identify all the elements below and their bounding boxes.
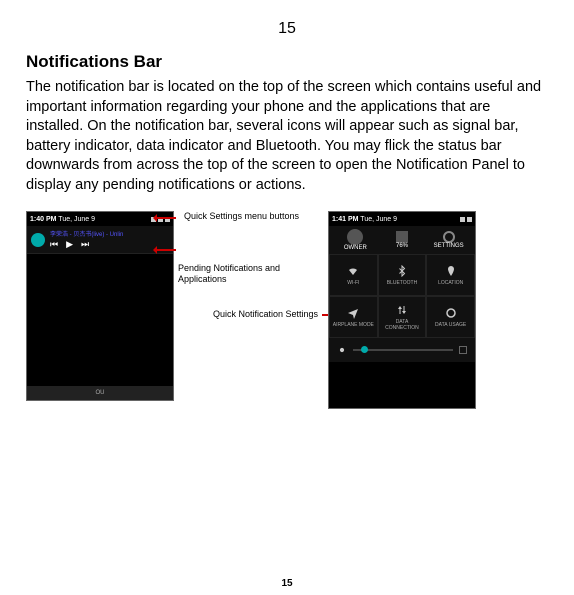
rewind-icon[interactable]: ⏮ [50,239,58,250]
music-album-icon [31,233,45,247]
notification-title: 李荣浩 - 贝杰书(live) - Unlin [50,229,169,238]
qs-header: OWNER 76% SETTINGS [329,226,475,254]
auto-brightness-checkbox[interactable] [459,346,467,354]
arrow-pending [154,249,176,251]
brightness-slider[interactable] [353,349,453,351]
qs-grid-row1: WI-FI BLUETOOTH LOCATION [329,254,475,296]
label-pending-notifications: Pending Notifications and Applications [178,263,308,284]
figure-row: 1:40 PM Tue, June 9 李荣浩 - 贝杰书(live) - Un… [26,211,548,409]
qs-grid-row2: AIRPLANE MODE DATA CONNECTION DATA USAGE [329,296,475,338]
body-paragraph: The notification bar is located on the t… [26,78,548,195]
wifi-icon [347,265,359,277]
tile-airplane[interactable]: AIRPLANE MODE [329,296,378,338]
brightness-icon [337,345,347,355]
phone-quick-settings: 1:41 PM Tue, June 9 OWNER 76% SETTINGS W… [328,211,476,409]
page-number-top: 15 [26,20,548,38]
phone-notification-panel: 1:40 PM Tue, June 9 李荣浩 - 贝杰书(live) - Un… [26,211,174,401]
status-date-right: Tue, June 9 [360,216,397,223]
data-connection-icon [396,304,408,316]
tile-data-connection[interactable]: DATA CONNECTION [378,296,427,338]
page-number-bottom: 15 [0,578,574,589]
tile-data-usage[interactable]: DATA USAGE [426,296,475,338]
bluetooth-icon [396,265,408,277]
footer-bar: OU [27,386,173,400]
qs-owner[interactable]: OWNER [344,245,367,251]
play-icon[interactable]: ▶ [66,239,73,250]
signal-icon [460,217,465,222]
callout-labels: Quick Settings menu buttons Pending Noti… [178,211,318,409]
arrow-qs-buttons [154,217,176,219]
status-date-left: Tue, June 9 [58,216,95,223]
location-icon [445,265,457,277]
data-usage-icon [445,307,457,319]
forward-icon[interactable]: ⏭ [81,239,89,250]
label-quick-settings-buttons: Quick Settings menu buttons [184,211,304,221]
battery-icon [467,217,472,222]
status-time-left: 1:40 PM [30,216,56,223]
label-quick-notification-settings: Quick Notification Settings [208,309,318,319]
battery-tile-icon [396,231,408,243]
tile-location[interactable]: LOCATION [426,254,475,296]
qs-settings[interactable]: SETTINGS [434,243,464,249]
status-bar-right: 1:41 PM Tue, June 9 [329,212,475,226]
avatar-icon [347,229,363,245]
gear-icon [443,231,455,243]
heading-notifications-bar: Notifications Bar [26,52,548,72]
status-time-right: 1:41 PM [332,216,358,223]
qs-battery[interactable]: 76% [396,243,408,249]
airplane-icon [347,307,359,319]
tile-bluetooth[interactable]: BLUETOOTH [378,254,427,296]
brightness-row [329,338,475,362]
tile-wifi[interactable]: WI-FI [329,254,378,296]
